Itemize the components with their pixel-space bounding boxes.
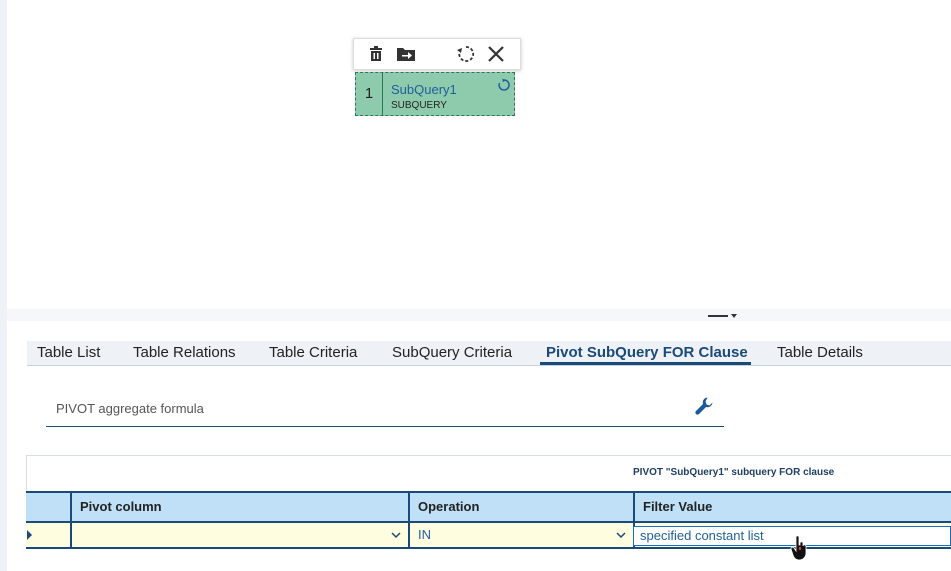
hand-cursor-icon [790, 535, 810, 561]
row-indicator-icon [27, 530, 32, 540]
node-name[interactable]: SubQuery1 [391, 82, 457, 97]
chevron-down-icon[interactable] [616, 530, 626, 540]
column-header-operation[interactable]: Operation [408, 493, 634, 521]
tab-table-criteria[interactable]: Table Criteria [269, 344, 357, 361]
close-icon[interactable] [485, 44, 507, 64]
filter-value-word1: specified [640, 528, 692, 543]
filter-value-word2: constant list [694, 528, 764, 543]
column-header-pivot-column[interactable]: Pivot column [70, 493, 409, 521]
row-selector-header [26, 493, 72, 521]
column-header-filter-value[interactable]: Filter Value [633, 493, 951, 521]
operation-value: IN [418, 527, 431, 542]
node-index: 1 [356, 73, 383, 115]
canvas-bottom-border [7, 309, 951, 321]
tab-pivot-subquery-for-clause[interactable]: Pivot SubQuery FOR Clause [546, 344, 748, 361]
pivot-aggregate-formula-input[interactable] [46, 396, 678, 420]
pivot-column-select[interactable] [70, 523, 409, 547]
panel-splitter-handle[interactable] [708, 313, 738, 321]
tab-subquery-criteria[interactable]: SubQuery Criteria [392, 344, 512, 361]
trash-icon[interactable] [365, 44, 387, 64]
grid-header: Pivot column Operation Filter Value [26, 491, 951, 523]
node-kind: SUBQUERY [391, 100, 447, 111]
subquery-node[interactable]: 1 SubQuery1 SUBQUERY [355, 72, 515, 116]
tab-table-details[interactable]: Table Details [777, 344, 863, 361]
tab-table-relations[interactable]: Table Relations [133, 344, 236, 361]
operation-select[interactable]: IN [408, 523, 634, 547]
chevron-down-icon[interactable] [391, 530, 401, 540]
splitter-bar-icon [708, 315, 728, 317]
node-toolbar [353, 38, 521, 70]
row-selector[interactable] [26, 523, 72, 547]
left-edge-strip [0, 0, 7, 571]
tab-table-list[interactable]: Table List [37, 344, 100, 361]
splitter-arrow-icon [731, 314, 737, 318]
pivot-aggregate-formula-field [46, 390, 724, 427]
grid-caption: PIVOT "SubQuery1" subquery FOR clause [633, 467, 835, 478]
move-out-icon[interactable] [395, 44, 417, 64]
wrench-icon[interactable] [694, 396, 714, 416]
active-tab-underline [540, 362, 751, 365]
refresh-icon[interactable] [455, 44, 477, 64]
tab-strip: Table List Table Relations Table Criteri… [27, 341, 951, 366]
node-refresh-icon[interactable] [497, 78, 511, 92]
